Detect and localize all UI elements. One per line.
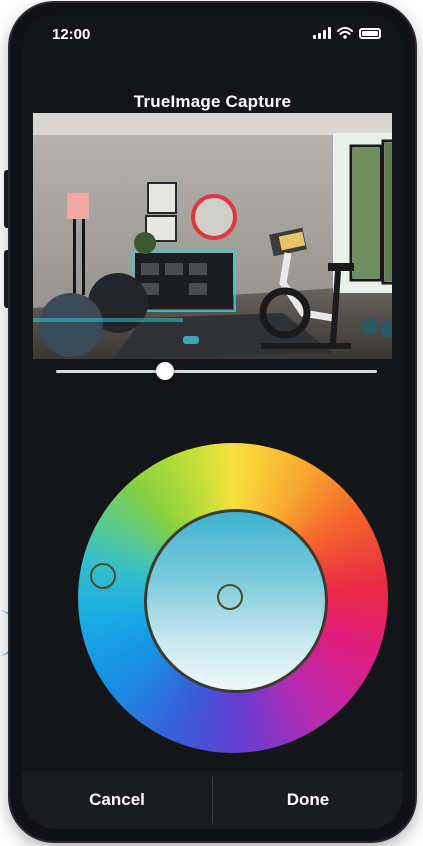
room-photo [33, 113, 392, 359]
color-selection-marker[interactable] [217, 584, 243, 610]
hue-marker[interactable] [90, 563, 116, 589]
image-slider-thumb[interactable] [156, 362, 175, 380]
wifi-icon [337, 27, 353, 39]
cancel-button[interactable]: Cancel [22, 771, 212, 829]
app-screen: 12:00 TrueImage Capture Cancel Done [22, 15, 403, 829]
page-title: TrueImage Capture [133, 92, 292, 111]
color-wheel[interactable] [78, 443, 388, 753]
image-slider-track[interactable] [56, 370, 377, 373]
phone-frame: 12:00 TrueImage Capture Cancel Done [10, 3, 415, 841]
status-bar: 12:00 [22, 15, 403, 55]
status-icons [313, 27, 381, 39]
status-time: 12:00 [52, 26, 91, 43]
battery-icon [359, 28, 381, 39]
action-bar: Cancel Done [22, 771, 403, 829]
signal-icon [313, 27, 331, 39]
done-button[interactable]: Done [213, 771, 403, 829]
